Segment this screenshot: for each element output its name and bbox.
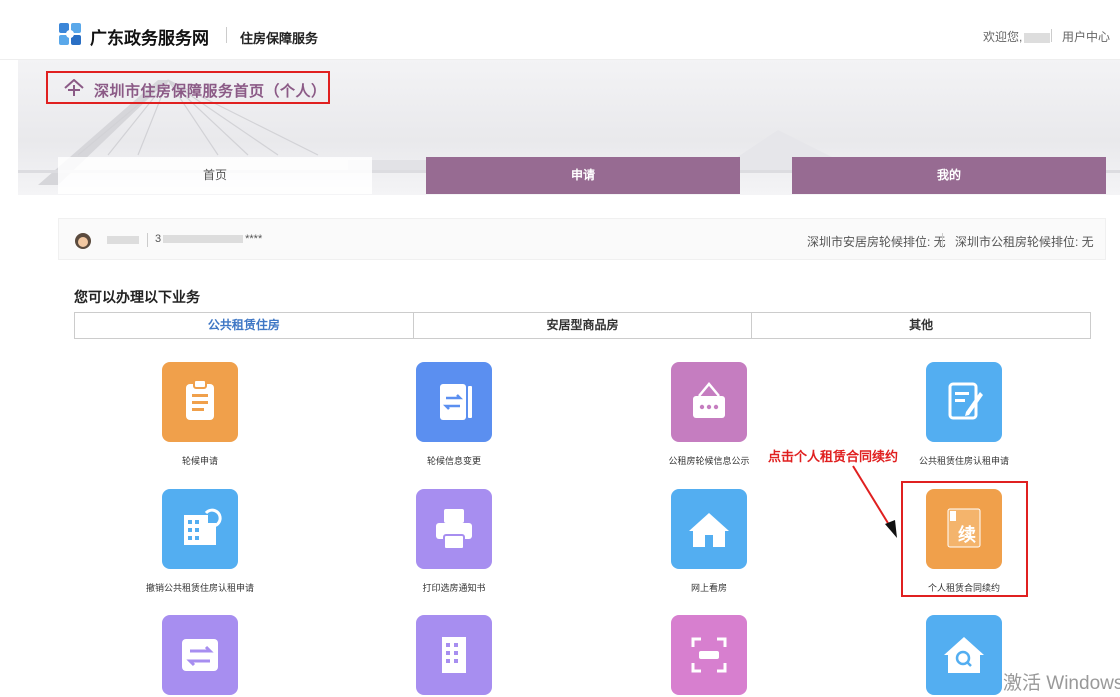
tab-public-rental[interactable]: 公共租赁住房 xyxy=(75,313,414,338)
service-tile-print-notice[interactable] xyxy=(416,489,492,569)
user-center-link[interactable]: 用户中心 xyxy=(1062,28,1110,45)
service-tile-house-search[interactable] xyxy=(926,615,1002,695)
nav-mine[interactable]: 我的 xyxy=(792,157,1106,194)
queue-divider xyxy=(942,233,943,248)
tab-anju-housing[interactable]: 安居型商品房 xyxy=(414,313,753,338)
id-prefix: 3 xyxy=(155,233,162,245)
welcome-text: 欢迎您, xyxy=(983,28,1051,45)
id-number: 3 **** xyxy=(155,233,262,245)
service-tabs: 公共租赁住房 安居型商品房 其他 xyxy=(74,312,1091,339)
service-tile-queue-apply[interactable] xyxy=(162,362,238,442)
home-icon xyxy=(689,513,729,547)
header-divider xyxy=(226,27,227,43)
building-icon xyxy=(442,637,466,673)
service-label-cancel-rental[interactable]: 撤销公共租赁住房认租申请 xyxy=(125,581,275,594)
building-undo-icon xyxy=(184,508,222,545)
windows-activation-watermark: 激活 Windows xyxy=(1003,673,1120,694)
top-header: 广东政务服务网 住房保障服务 欢迎您, 用户中心 xyxy=(0,0,1120,60)
banner-title-box: 深圳市住房保障服务首页（个人） xyxy=(46,71,330,104)
house-outline-icon xyxy=(64,79,84,96)
annotation-highlight-box xyxy=(901,481,1028,597)
user-info-bar: 3 **** 深圳市安居房轮候排位: 无 深圳市公租房轮候排位: 无 xyxy=(58,218,1106,260)
site-name[interactable]: 广东政务服务网 xyxy=(90,24,209,49)
service-label-queue-change[interactable]: 轮候信息变更 xyxy=(379,454,529,467)
edit-doc-icon xyxy=(948,382,983,420)
id-mask xyxy=(163,235,244,244)
queue-anju: 深圳市安居房轮候排位: 无 xyxy=(807,235,946,249)
tab-other[interactable]: 其他 xyxy=(752,313,1090,338)
service-tile-building[interactable] xyxy=(416,615,492,695)
service-tile-cancel-rental[interactable] xyxy=(162,489,238,569)
queue-gongzu: 深圳市公租房轮候排位: 无 xyxy=(955,235,1094,249)
service-tile-scan[interactable] xyxy=(671,615,747,695)
user-name-mask xyxy=(107,236,139,244)
service-tile-view-house[interactable] xyxy=(671,489,747,569)
scan-icon xyxy=(691,637,727,673)
annotation-arrow xyxy=(852,465,897,538)
printer-icon xyxy=(436,509,472,550)
header-divider-2 xyxy=(1051,29,1052,42)
user-divider xyxy=(147,233,148,247)
service-name[interactable]: 住房保障服务 xyxy=(240,28,318,47)
services-title: 您可以办理以下业务 xyxy=(74,289,200,305)
username-mask xyxy=(1024,32,1051,43)
service-tile-queue-notice[interactable] xyxy=(671,362,747,442)
welcome-label: 欢迎您, xyxy=(983,30,1023,44)
exchange-doc-icon xyxy=(440,384,472,420)
service-label-queue-apply[interactable]: 轮候申请 xyxy=(125,454,275,467)
clipboard-icon xyxy=(186,379,214,420)
service-label-view-house[interactable]: 网上看房 xyxy=(634,581,784,594)
nav-home[interactable]: 首页 xyxy=(58,157,372,194)
gd-logo-icon xyxy=(59,23,81,45)
id-suffix: **** xyxy=(245,233,263,245)
service-tile-swap[interactable] xyxy=(162,615,238,695)
house-search-icon xyxy=(944,637,984,673)
notice-board-icon xyxy=(693,382,725,418)
service-tile-rental-apply[interactable] xyxy=(926,362,1002,442)
page-title: 深圳市住房保障服务首页（个人） xyxy=(94,83,327,100)
service-label-queue-notice[interactable]: 公租房轮候信息公示 xyxy=(634,454,784,467)
service-tile-queue-change[interactable] xyxy=(416,362,492,442)
avatar xyxy=(75,233,91,249)
swap-icon xyxy=(182,639,218,671)
nav-apply[interactable]: 申请 xyxy=(426,157,740,194)
service-label-print-notice[interactable]: 打印选房通知书 xyxy=(379,581,529,594)
service-label-rental-apply[interactable]: 公共租赁住房认租申请 xyxy=(889,454,1039,467)
